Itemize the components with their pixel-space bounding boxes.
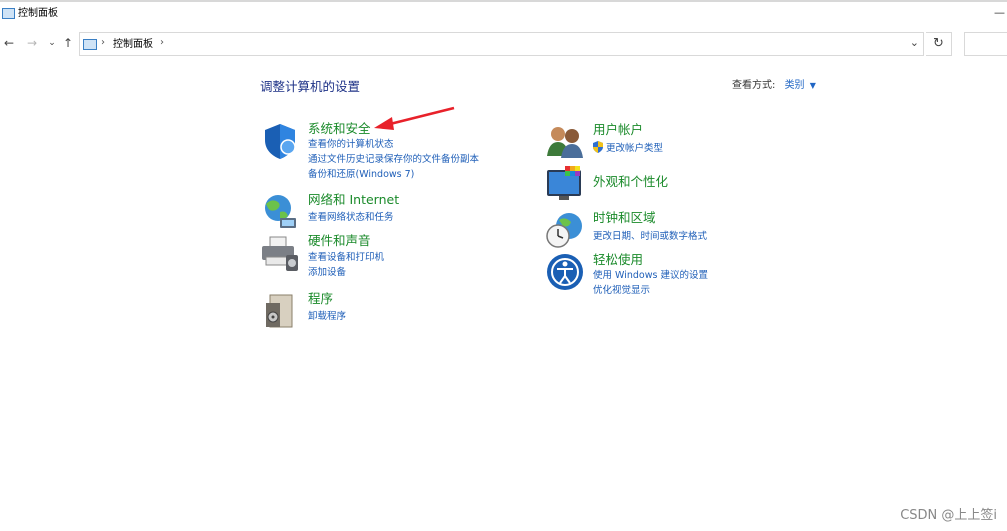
link-file-history-backup[interactable]: 通过文件历史记录保存你的文件备份副本 xyxy=(308,153,479,166)
uac-shield-icon xyxy=(593,141,603,153)
window-title: 控制面板 xyxy=(18,8,58,19)
printer-icon[interactable] xyxy=(260,233,300,273)
link-uninstall-program[interactable]: 卸载程序 xyxy=(308,310,346,323)
breadcrumb-separator[interactable]: › xyxy=(160,37,164,48)
view-mode-label: 查看方式: xyxy=(732,80,776,91)
link-windows-recommended-settings[interactable]: 使用 Windows 建议的设置 xyxy=(593,269,708,282)
shield-icon[interactable] xyxy=(260,121,300,161)
refresh-button[interactable]: ↻ xyxy=(926,32,952,56)
link-change-date-time-format[interactable]: 更改日期、时间或数字格式 xyxy=(593,230,707,243)
minimize-button[interactable]: — xyxy=(994,6,1005,19)
breadcrumb-separator[interactable]: › xyxy=(101,37,105,48)
category-title[interactable]: 轻松使用 xyxy=(593,252,643,268)
recent-locations-button[interactable]: ⌄ xyxy=(45,35,59,51)
navigation-bar: ← → ⌄ ↑ › 控制面板 › ⌄ ↻ xyxy=(0,30,1007,58)
up-button[interactable]: ↑ xyxy=(61,35,75,51)
address-bar[interactable]: › 控制面板 › ⌄ xyxy=(79,32,924,56)
programs-icon[interactable] xyxy=(260,291,300,331)
monitor-palette-icon[interactable] xyxy=(545,164,585,204)
view-mode-select[interactable]: 类别 xyxy=(785,80,805,91)
link-optimize-visual-display[interactable]: 优化视觉显示 xyxy=(593,284,650,297)
breadcrumb-control-panel[interactable]: 控制面板 xyxy=(113,38,153,51)
page-heading: 调整计算机的设置 xyxy=(260,79,361,94)
control-panel-icon xyxy=(2,8,15,19)
link-view-computer-status[interactable]: 查看你的计算机状态 xyxy=(308,138,394,151)
category-title[interactable]: 用户帐户 xyxy=(593,122,643,138)
category-title[interactable]: 外观和个性化 xyxy=(593,174,668,190)
link-change-account-type[interactable]: 更改帐户类型 xyxy=(606,142,663,155)
clock-globe-icon[interactable] xyxy=(545,210,585,250)
chevron-down-icon[interactable]: ▼ xyxy=(810,81,816,90)
link-devices-printers[interactable]: 查看设备和打印机 xyxy=(308,251,384,264)
search-input[interactable] xyxy=(964,32,1007,56)
category-title[interactable]: 程序 xyxy=(308,291,333,307)
watermark: CSDN @上上签i xyxy=(900,508,997,523)
title-bar: 控制面板 — xyxy=(0,0,1007,30)
link-network-status[interactable]: 查看网络状态和任务 xyxy=(308,211,394,224)
link-backup-restore[interactable]: 备份和还原(Windows 7) xyxy=(308,168,414,181)
address-dropdown-button[interactable]: ⌄ xyxy=(910,36,919,49)
category-title[interactable]: 时钟和区域 xyxy=(593,210,656,226)
forward-button[interactable]: → xyxy=(25,35,39,51)
globe-network-icon[interactable] xyxy=(260,192,300,232)
control-panel-icon xyxy=(83,39,97,50)
view-mode: 查看方式: 类别 ▼ xyxy=(732,79,816,93)
users-icon[interactable] xyxy=(545,122,585,162)
annotation-arrow xyxy=(374,106,455,130)
link-add-device[interactable]: 添加设备 xyxy=(308,266,346,279)
title-bar-border xyxy=(0,0,1007,2)
category-title[interactable]: 系统和安全 xyxy=(308,121,371,137)
ease-of-access-icon[interactable] xyxy=(545,252,585,292)
back-button[interactable]: ← xyxy=(2,35,16,51)
category-title[interactable]: 网络和 Internet xyxy=(308,192,399,208)
category-title[interactable]: 硬件和声音 xyxy=(308,233,371,249)
